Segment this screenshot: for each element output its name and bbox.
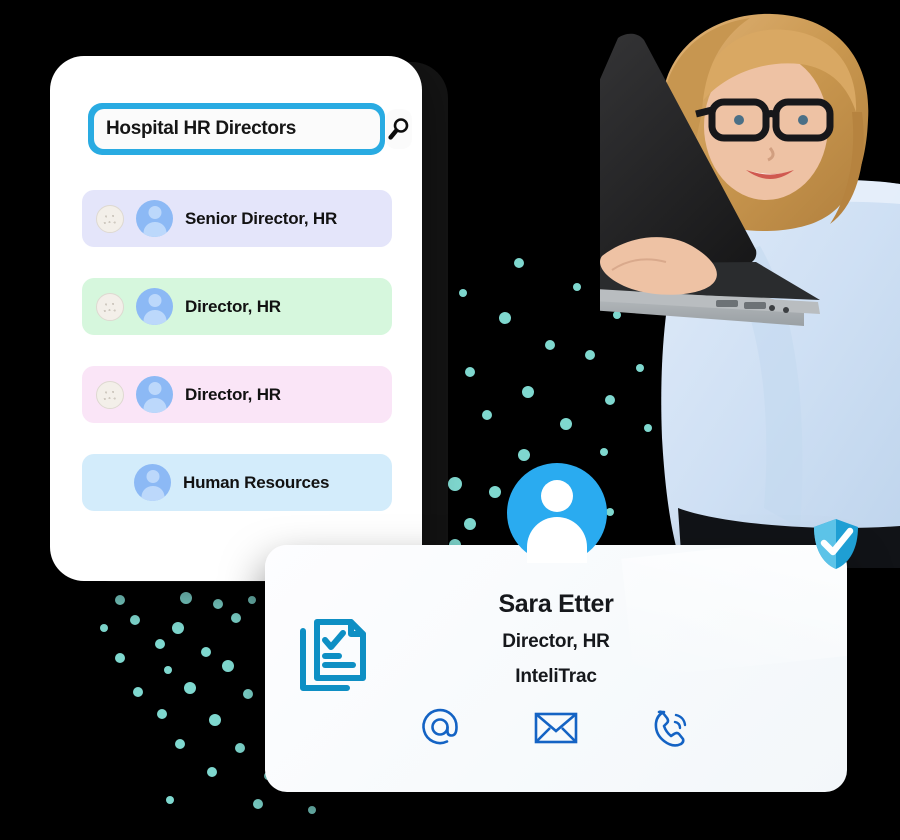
decorative-dot [157, 709, 167, 719]
decorative-dot [545, 340, 555, 350]
avatar-head-shape [541, 480, 573, 512]
decorative-dot [175, 739, 185, 749]
decorative-dot [243, 689, 253, 699]
decorative-dot [155, 639, 165, 649]
profile-avatar [507, 463, 607, 563]
phone-button[interactable] [649, 705, 695, 751]
list-item[interactable]: Director, HR [82, 366, 392, 423]
email-handle-button[interactable] [417, 705, 463, 751]
decorative-dot [180, 592, 192, 604]
decorative-dot [308, 806, 316, 814]
person-avatar-icon [136, 376, 173, 413]
search-bar [88, 103, 412, 155]
decorative-dot [184, 682, 196, 694]
shield-check-icon [814, 519, 858, 569]
decorative-dot [164, 666, 172, 674]
decorative-dot [207, 767, 217, 777]
select-radio[interactable] [96, 380, 124, 409]
list-item[interactable]: Director, HR [82, 278, 392, 335]
search-panel: Senior Director, HR Director, HR Director,… [50, 56, 422, 581]
radio-spacer [96, 470, 122, 496]
decorative-dot [213, 599, 223, 609]
decorative-dot [130, 615, 140, 625]
decorative-dot [499, 312, 511, 324]
decorative-dot [482, 410, 492, 420]
profile-title: Director, HR [502, 631, 610, 652]
email-button[interactable] [533, 705, 579, 751]
person-avatar-icon [134, 464, 171, 501]
decorative-dot [448, 477, 462, 491]
decorative-dot [100, 624, 108, 632]
decorative-dot [115, 653, 125, 663]
result-list: Senior Director, HR Director, HR Director,… [82, 190, 392, 542]
decorative-dot [489, 486, 501, 498]
list-item-label: Human Resources [183, 472, 330, 492]
search-input[interactable] [94, 109, 380, 149]
decorative-dot [133, 687, 143, 697]
decorative-dot [573, 283, 581, 291]
decorative-dot [222, 660, 234, 672]
list-item-label: Senior Director, HR [185, 208, 338, 228]
at-sign-icon [422, 708, 458, 745]
decorative-dot [253, 799, 263, 809]
profile-company: InteliTrac [515, 666, 597, 687]
decorative-dot [465, 367, 475, 377]
decorative-dot [235, 743, 245, 753]
decorative-dot [172, 622, 184, 634]
envelope-icon [534, 712, 578, 744]
decorative-dot [248, 596, 256, 604]
person-avatar-icon [136, 288, 173, 325]
avatar-body-shape [527, 517, 587, 563]
list-item[interactable]: Senior Director, HR [82, 190, 392, 247]
decorative-dot [514, 258, 524, 268]
search-icon [388, 118, 409, 140]
illustration-stage: Senior Director, HR Director, HR Director,… [0, 0, 900, 840]
decorative-dot [166, 796, 174, 804]
phone-icon [654, 710, 687, 747]
list-item-label: Director, HR [185, 384, 281, 404]
search-button[interactable] [386, 109, 412, 149]
person-avatar-icon [136, 200, 173, 237]
decorative-dot [585, 350, 595, 360]
decorative-dot [459, 289, 467, 297]
decorative-dot [231, 613, 241, 623]
contact-actions [265, 705, 847, 751]
profile-details: Sara Etter Director, HR InteliTrac [265, 590, 847, 688]
list-item[interactable]: Human Resources [82, 454, 392, 511]
decorative-dot [201, 647, 211, 657]
businesswoman-photo [600, 13, 900, 568]
list-item-label: Director, HR [185, 296, 281, 316]
select-radio[interactable] [96, 292, 124, 321]
decorative-dot [560, 418, 572, 430]
decorative-dot [464, 518, 476, 530]
profile-name: Sara Etter [498, 590, 614, 618]
decorative-dot [518, 449, 530, 461]
select-radio[interactable] [96, 204, 124, 233]
decorative-dot [209, 714, 221, 726]
decorative-dot [522, 386, 534, 398]
decorative-dot [115, 595, 125, 605]
